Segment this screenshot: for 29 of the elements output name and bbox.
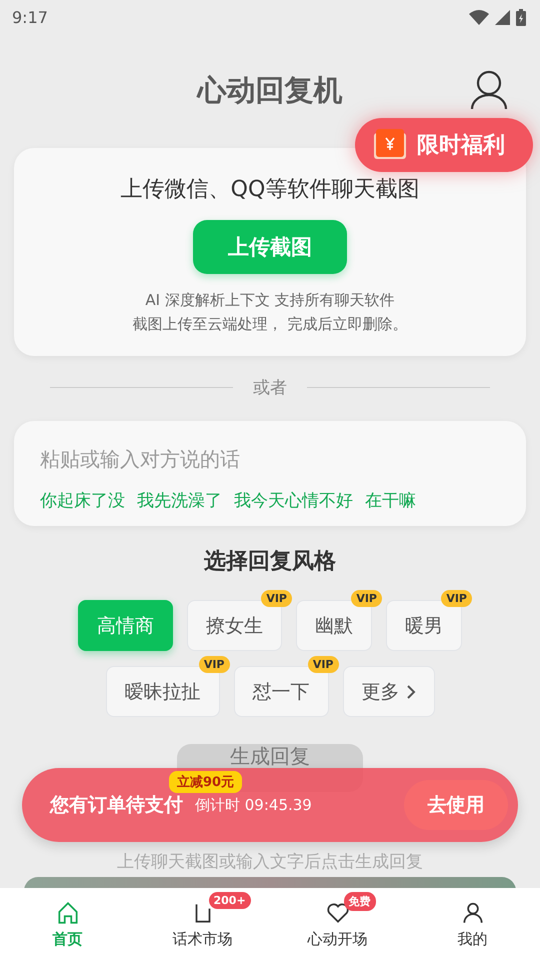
chevron-right-icon [406, 684, 416, 700]
battery-icon [516, 8, 526, 26]
wifi-icon [469, 10, 489, 24]
profile-button[interactable] [470, 70, 508, 110]
app-title: 心动回复机 [198, 72, 342, 109]
order-title: 您有订单待支付 [50, 793, 183, 818]
message-input[interactable]: 粘贴或输入对方说的话 [40, 447, 500, 471]
vip-badge: VIP [198, 656, 230, 673]
more-button[interactable]: 更多 [342, 666, 434, 717]
nav-tab[interactable]: 我的 [405, 888, 540, 960]
upload-note: AI 深度解析上下文 支持所有聊天软件 [145, 290, 395, 311]
nav-badge: 免费 [344, 892, 376, 911]
countdown-text: 倒计时 09:45.39 [195, 796, 313, 814]
vip-badge: VIP [351, 590, 382, 607]
nav-badge: 200+ [208, 892, 251, 909]
vip-badge: VIP [441, 590, 472, 607]
signal-icon [495, 10, 510, 24]
upload-title: 上传微信、QQ等软件聊天截图 [120, 176, 420, 204]
discount-badge: 立减90元 [169, 771, 242, 793]
vip-badge: VIP [308, 656, 338, 673]
upload-note: 截图上传至云端处理， 完成后立即删除。 [132, 314, 408, 335]
vip-badge: VIP [261, 590, 292, 607]
nav-tab[interactable]: 免费 心动开场 [270, 888, 405, 960]
generate-hint: 上传聊天截图或输入文字后点击生成回复 [117, 851, 423, 873]
divider-label: 或者 [253, 377, 287, 399]
status-time: 9:17 [12, 8, 48, 26]
nav-tab[interactable]: 200+ 话术市场 [135, 888, 270, 960]
envelope-icon [373, 129, 407, 161]
section-title: 选择回复风格 [204, 548, 336, 576]
